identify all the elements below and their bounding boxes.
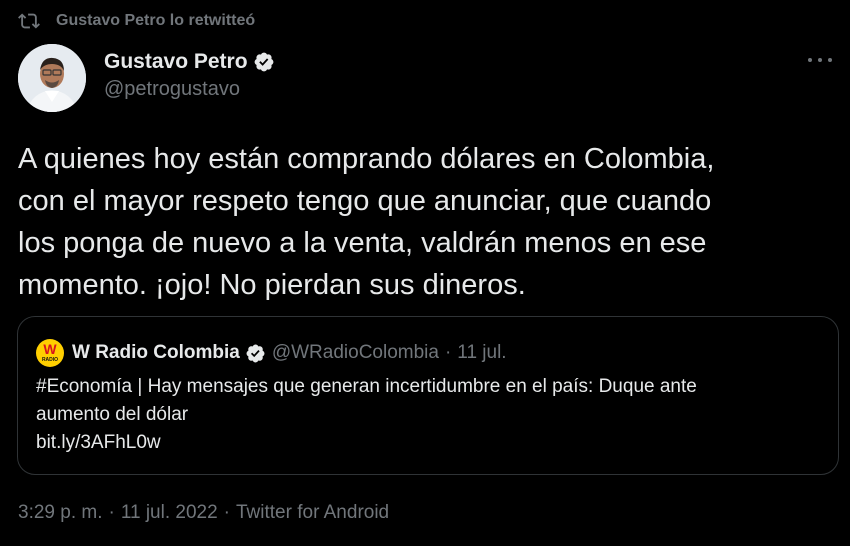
quoted-author-handle[interactable]: @WRadioColombia	[272, 342, 439, 364]
tweet-text-line: con el mayor respeto tengo que anunciar,…	[18, 185, 712, 217]
quoted-tweet-text: #Economía | Hay mensajes que generan inc…	[36, 373, 826, 457]
tweet-meta: 3:29 p. m. · 11 jul. 2022 · Twitter for Andr…	[18, 502, 389, 524]
tweet-date[interactable]: 11 jul. 2022	[121, 502, 218, 523]
quoted-tweet-header: W RADIO W Radio Colombia @WRadioColombia…	[36, 339, 507, 367]
w-radio-logo-letter: W	[43, 341, 57, 357]
quoted-author-name[interactable]: W Radio Colombia	[72, 342, 240, 364]
tweet-text-line: los ponga de nuevo a la venta, valdrán m…	[18, 227, 707, 259]
tweet-time[interactable]: 3:29 p. m.	[18, 502, 103, 523]
separator-dot: ·	[108, 502, 115, 523]
author-handle[interactable]: @petrogustavo	[104, 78, 275, 101]
quoted-text-line: aumento del dólar	[36, 404, 189, 425]
w-radio-logo-subtext: RADIO	[41, 357, 59, 363]
quoted-tweet-card[interactable]: W RADIO W Radio Colombia @WRadioColombia…	[17, 316, 839, 475]
separator-dot: ·	[223, 502, 230, 523]
more-options-icon	[818, 58, 822, 62]
quoted-text-line: #Economía | Hay mensajes que generan inc…	[36, 376, 697, 397]
quoted-link[interactable]: bit.ly/3AFhL0w	[36, 429, 826, 457]
retweet-banner[interactable]: Gustavo Petro lo retwitteó	[18, 10, 255, 32]
avatar[interactable]	[18, 44, 86, 112]
tweet-source[interactable]: Twitter for Android	[236, 502, 389, 523]
more-options-icon	[808, 58, 812, 62]
tweet-text: A quienes hoy están comprando dólares en…	[18, 138, 838, 306]
more-options-button[interactable]	[808, 50, 832, 70]
quoted-tweet-date[interactable]: 11 jul.	[457, 342, 506, 364]
tweet-header: Gustavo Petro @petrogustavo	[18, 44, 832, 114]
retweet-banner-text: Gustavo Petro lo retwitteó	[56, 12, 256, 29]
tweet-text-line: A quienes hoy están comprando dólares en…	[18, 143, 715, 175]
w-radio-logo-icon[interactable]: W RADIO	[36, 339, 64, 367]
more-options-icon	[828, 58, 832, 62]
author-name[interactable]: Gustavo Petro	[104, 50, 248, 74]
profile-photo-icon	[18, 44, 86, 112]
retweet-icon	[18, 13, 40, 29]
tweet-text-line: momento. ¡ojo! No pierdan sus dineros.	[18, 269, 526, 301]
separator-dot: ·	[444, 342, 452, 363]
verified-badge-icon	[254, 52, 273, 72]
verified-badge-icon	[246, 344, 265, 362]
